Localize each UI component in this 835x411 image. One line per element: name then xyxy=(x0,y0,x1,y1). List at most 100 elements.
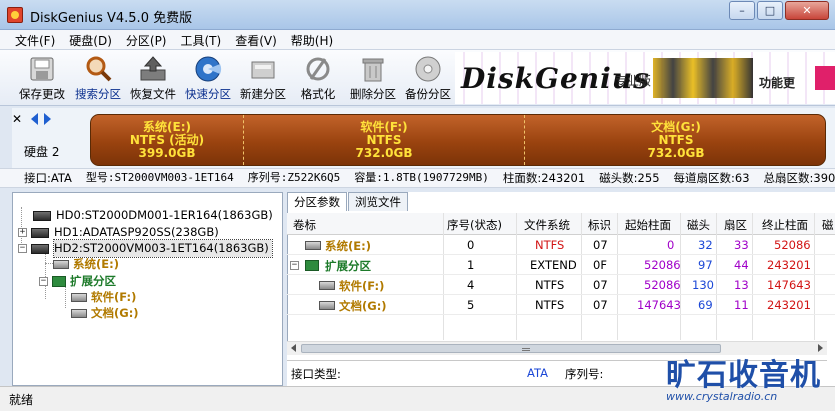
col-head[interactable]: 磁头 xyxy=(687,217,710,233)
divider xyxy=(287,360,827,361)
info-serial: 序列号:Z522K6Q5 xyxy=(247,171,341,184)
restore-icon xyxy=(138,54,168,84)
hdd-icon xyxy=(33,210,51,221)
scroll-left-icon[interactable] xyxy=(291,344,296,352)
collapse-icon[interactable]: − xyxy=(39,277,48,286)
save-changes-button[interactable]: 保存更改 xyxy=(14,52,70,104)
tree-volume-system[interactable]: 系统(E:) xyxy=(53,256,119,273)
collapse-icon[interactable]: − xyxy=(290,261,299,270)
delete-partition-button[interactable]: 删除分区 xyxy=(345,52,401,104)
window-title: DiskGenius V4.5.0 免费版 xyxy=(30,11,193,26)
new-partition-button[interactable]: 新建分区 xyxy=(235,52,291,104)
info-cylinders: 柱面数:243201 xyxy=(502,171,586,185)
collapse-icon[interactable]: − xyxy=(18,244,27,253)
table-row[interactable]: 系统(E:) 0 NTFS 07 0 32 33 52086 xyxy=(287,236,835,255)
partition-detail-panel: 接口类型: ATA 序列号: xyxy=(287,355,835,386)
expand-icon[interactable]: + xyxy=(18,228,27,237)
restore-files-button[interactable]: 恢复文件 xyxy=(125,52,181,104)
next-disk-icon[interactable] xyxy=(44,113,51,125)
banner-sub: 专业版 xyxy=(615,74,652,88)
banner-tag: 功能更 xyxy=(759,76,796,90)
info-heads: 磁头数:255 xyxy=(599,171,660,185)
volume-icon xyxy=(319,281,335,290)
horizontal-scrollbar[interactable] xyxy=(287,341,827,355)
detail-interface-label: 接口类型: xyxy=(291,367,341,381)
menu-tools[interactable]: 工具(T) xyxy=(174,30,229,49)
magnifier-icon xyxy=(83,54,113,84)
col-filesystem[interactable]: 文件系统 xyxy=(524,217,570,233)
banner-accent xyxy=(815,66,835,90)
col-sector[interactable]: 扇区 xyxy=(724,217,747,233)
tree-volume-software[interactable]: 软件(F:) xyxy=(71,289,136,306)
close-button[interactable]: ✕ xyxy=(785,1,829,20)
hdd-icon xyxy=(31,227,49,238)
info-total-sectors: 总扇区数:3907029168 xyxy=(763,171,835,185)
volume-icon xyxy=(71,309,87,318)
volume-icon xyxy=(53,260,69,269)
hdd-icon xyxy=(31,243,49,254)
title-bar: DiskGenius V4.5.0 免费版 – □ ✕ xyxy=(0,0,835,30)
tree-disk-hd2[interactable]: − HD2:ST2000VM003-1ET164(1863GB) xyxy=(18,239,273,258)
quick-partition-icon xyxy=(193,54,223,84)
detail-tabs: 分区参数 浏览文件 xyxy=(287,192,409,211)
scroll-thumb[interactable] xyxy=(301,344,721,353)
scroll-right-icon[interactable] xyxy=(818,344,823,352)
disk-tree: HD0:ST2000DM001-1ER164(1863GB) + HD1:ADA… xyxy=(12,192,283,386)
extended-partition-icon xyxy=(52,276,66,287)
menu-file[interactable]: 文件(F) xyxy=(8,30,62,49)
detail-serial-label: 序列号: xyxy=(565,367,604,381)
col-head-2[interactable]: 磁 xyxy=(822,217,834,233)
menu-disk[interactable]: 硬盘(D) xyxy=(62,30,119,49)
new-partition-icon xyxy=(248,54,278,84)
menu-partition[interactable]: 分区(P) xyxy=(119,30,174,49)
col-volume-label[interactable]: 卷标 xyxy=(293,217,316,233)
info-interface: 接口:ATA xyxy=(24,171,72,185)
backup-partition-button[interactable]: 备份分区 xyxy=(400,52,456,104)
info-sectors-per-track: 每道扇区数:63 xyxy=(673,171,750,185)
save-icon xyxy=(27,54,57,84)
volume-icon xyxy=(319,301,335,310)
table-row[interactable]: 软件(F:) 4 NTFS 07 52086 130 13 147643 xyxy=(287,276,835,295)
extended-partition-icon xyxy=(305,260,319,271)
partition-block-system[interactable]: 系统(E:) NTFS (活动) 399.0GB xyxy=(91,115,244,165)
grip-icon xyxy=(522,348,530,351)
backup-icon xyxy=(413,54,443,84)
col-start-cylinder[interactable]: 起始柱面 xyxy=(625,217,671,233)
col-end-cylinder[interactable]: 终止柱面 xyxy=(762,217,808,233)
disk-label: 硬盘 2 xyxy=(24,145,60,159)
menu-view[interactable]: 查看(V) xyxy=(228,30,284,49)
minimize-button[interactable]: – xyxy=(729,1,755,20)
tab-partition-params[interactable]: 分区参数 xyxy=(287,192,347,211)
partition-map: 系统(E:) NTFS (活动) 399.0GB 软件(F:) NTFS 732… xyxy=(90,114,826,166)
detail-interface-value: ATA xyxy=(527,366,548,380)
partition-block-software[interactable]: 软件(F:) NTFS 732.0GB xyxy=(244,115,525,165)
info-model: 型号:ST2000VM003-1ET164 xyxy=(85,171,234,184)
format-button[interactable]: 格式化 xyxy=(290,52,346,104)
window-controls: – □ ✕ xyxy=(729,1,829,20)
partition-block-documents[interactable]: 文档(G:) NTFS 732.0GB xyxy=(525,115,825,165)
format-icon xyxy=(303,54,333,84)
tab-browse-files[interactable]: 浏览文件 xyxy=(348,192,408,211)
volume-icon xyxy=(71,293,87,302)
menu-bar: 文件(F) 硬盘(D) 分区(P) 工具(T) 查看(V) 帮助(H) xyxy=(0,30,835,50)
tree-extended-partition[interactable]: − 扩展分区 xyxy=(39,273,116,290)
maximize-button[interactable]: □ xyxy=(757,1,783,20)
promo-banner[interactable]: DiskGenius 专业版 功能更 xyxy=(455,52,835,104)
status-bar: 就绪 xyxy=(0,386,835,411)
prev-disk-icon[interactable] xyxy=(31,113,38,125)
status-text: 就绪 xyxy=(9,393,34,407)
search-partition-button[interactable]: 搜索分区 xyxy=(70,52,126,104)
tree-disk-hd0[interactable]: HD0:ST2000DM001-1ER164(1863GB) xyxy=(33,207,273,224)
volume-icon xyxy=(305,241,321,250)
disk-info-line: 接口:ATA 型号:ST2000VM003-1ET164 序列号:Z522K6Q… xyxy=(0,168,835,188)
col-id[interactable]: 标识 xyxy=(588,217,611,233)
tree-disk-hd1[interactable]: + HD1:ADATASP920SS(238GB) xyxy=(18,224,219,241)
table-row[interactable]: 文档(G:) 5 NTFS 07 147643 69 11 243201 xyxy=(287,296,835,315)
trash-icon xyxy=(358,54,388,84)
menu-help[interactable]: 帮助(H) xyxy=(284,30,340,49)
col-index-status[interactable]: 序号(状态) xyxy=(447,217,502,233)
tree-volume-documents[interactable]: 文档(G:) xyxy=(71,305,139,322)
table-row[interactable]: − 扩展分区 1 EXTEND 0F 52086 97 44 243201 xyxy=(287,256,835,275)
close-disk-panel-icon[interactable]: ✕ xyxy=(12,112,22,126)
quick-partition-button[interactable]: 快速分区 xyxy=(180,52,236,104)
